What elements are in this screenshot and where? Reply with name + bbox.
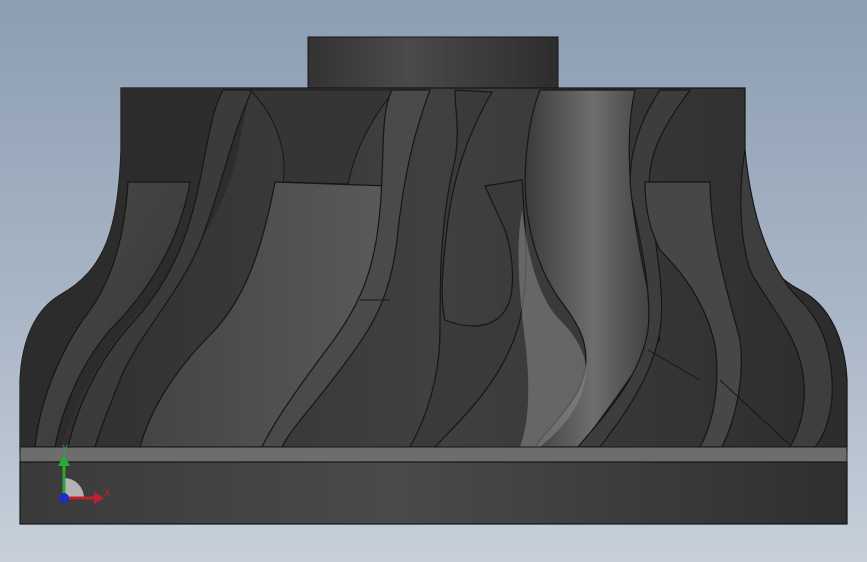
top-boss (307, 36, 559, 90)
cad-viewport[interactable]: Y X (0, 0, 867, 562)
y-axis-label: Y (61, 444, 69, 455)
base-plate (19, 461, 848, 525)
base-rim (19, 446, 848, 463)
impeller-model[interactable]: Y X (0, 0, 867, 562)
x-axis-label: X (104, 488, 111, 499)
z-axis-dot (59, 493, 69, 503)
